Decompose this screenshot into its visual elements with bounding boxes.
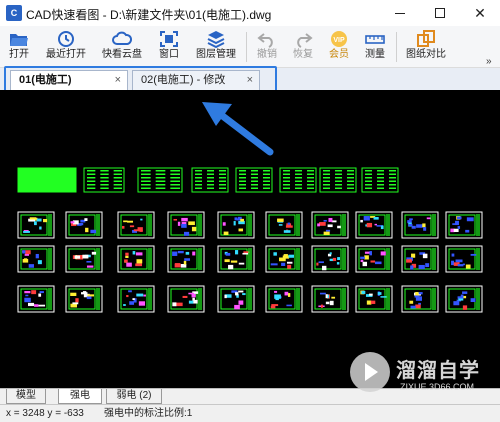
drawing-sheet-thumbnail — [17, 285, 55, 313]
drawing-sheet-thumbnail — [167, 211, 205, 239]
window-fit-button[interactable]: 窗口 — [154, 28, 184, 66]
drawing-sheet-thumbnail — [445, 285, 483, 313]
drawing-sheet-thumbnail — [167, 245, 205, 273]
cad-app-icon[interactable]: C — [6, 5, 22, 21]
maximize-button[interactable] — [420, 0, 460, 26]
redo-label: 恢复 — [293, 49, 313, 60]
drawing-sheet-thumbnail — [279, 167, 317, 193]
layers-label: 图层管理 — [196, 49, 236, 60]
drawing-sheet-thumbnail — [401, 211, 439, 239]
drawing-sheet-thumbnail — [17, 211, 55, 239]
cloud-icon — [112, 31, 132, 45]
drawing-sheets — [17, 102, 483, 313]
drawing-sheet-thumbnail — [167, 285, 205, 313]
drawing-sheet-thumbnail — [235, 167, 273, 193]
watermark-url: ZIXUE.3D66.COM — [400, 382, 475, 392]
drawing-sheet-thumbnail — [137, 167, 183, 193]
drawing-sheet-thumbnail — [17, 245, 55, 273]
folder-open-icon — [10, 34, 28, 46]
layers-button[interactable]: 图层管理 — [192, 28, 240, 66]
drawing-sheet-thumbnail — [401, 285, 439, 313]
maximize-icon — [435, 8, 445, 18]
ruler-icon — [365, 35, 385, 44]
drawing-sheet-thumbnail — [117, 245, 155, 273]
recent-label: 最近打开 — [46, 49, 86, 60]
undo-label: 撤销 — [257, 49, 277, 60]
drawing-canvas[interactable] — [0, 90, 500, 388]
drawing-sheet-thumbnail — [117, 211, 155, 239]
drawing-sheet-thumbnail — [83, 167, 125, 193]
recent-clock-icon — [58, 31, 74, 47]
drawing-sheet-thumbnail — [217, 245, 255, 273]
toolbar-overflow-button[interactable]: » — [486, 56, 492, 67]
compare-icon — [417, 30, 435, 47]
drawing-sheet-thumbnail — [445, 245, 483, 273]
drawing-sheet-thumbnail — [117, 285, 155, 313]
watermark-play-icon — [350, 352, 390, 392]
redo-icon — [297, 33, 313, 48]
measure-label: 测量 — [365, 49, 385, 60]
drawing-sheet-thumbnail — [311, 285, 349, 313]
compare-button[interactable]: 图纸对比 — [402, 28, 450, 66]
layers-icon — [207, 31, 225, 48]
layout-tab-label: 强电 — [70, 390, 90, 401]
close-window-button[interactable]: ✕ — [460, 0, 500, 26]
annotation-arrow — [202, 102, 274, 156]
drawing-sheet-thumbnail — [265, 211, 303, 239]
drawing-sheet-thumbnail — [355, 211, 393, 239]
layout-tab-label: 模型 — [16, 390, 36, 401]
status-message: 强电中的标注比例:1 — [104, 408, 193, 419]
layout-tab-model[interactable]: 模型 — [6, 389, 46, 404]
drawing-sheet-thumbnail — [361, 167, 399, 193]
drawing-sheet-thumbnail — [65, 211, 103, 239]
compare-label: 图纸对比 — [406, 49, 446, 60]
layout-tab-strong-current[interactable]: 强电 — [58, 389, 102, 404]
recent-button[interactable]: 最近打开 — [42, 28, 90, 66]
svg-text:VIP: VIP — [333, 37, 345, 44]
watermark-text: 溜溜自学 — [396, 360, 480, 382]
layout-tab-weak-current[interactable]: 弱电 (2) — [106, 389, 162, 404]
drawing-sheet-thumbnail — [311, 245, 349, 273]
window-fit-icon — [160, 31, 178, 47]
main-toolbar: 打开 最近打开 快看云盘 窗口 图层管理 撤销 恢复 VIP 会员 测量 图纸对… — [0, 26, 500, 68]
drawing-sheet-thumbnail — [217, 211, 255, 239]
open-label: 打开 — [9, 49, 29, 60]
coordinate-readout: x = 3248 y = -633 — [6, 408, 84, 419]
cloud-label: 快看云盘 — [102, 49, 142, 60]
close-icon: ✕ — [474, 5, 486, 21]
vip-label: 会员 — [329, 49, 349, 60]
drawing-sheet-thumbnail — [65, 285, 103, 313]
drawing-sheet-thumbnail — [265, 285, 303, 313]
measure-button[interactable]: 测量 — [360, 28, 390, 66]
toolbar-divider — [246, 32, 247, 62]
window-fit-label: 窗口 — [159, 49, 179, 60]
title-bar: C CAD快速看图 - D:\新建文件夹\01(电施工).dwg ✕ — [0, 0, 500, 26]
drawing-sheet-thumbnail — [217, 285, 255, 313]
undo-icon — [257, 33, 273, 48]
minimize-icon — [395, 12, 405, 14]
undo-button[interactable]: 撤销 — [252, 28, 282, 66]
drawing-sheet-thumbnail — [355, 245, 393, 273]
redo-button[interactable]: 恢复 — [288, 28, 318, 66]
minimize-button[interactable] — [380, 0, 420, 26]
drawing-sheet-thumbnail — [401, 245, 439, 273]
drawing-sheet-thumbnail — [311, 211, 349, 239]
toolbar-divider — [396, 32, 397, 62]
drawing-sheet-thumbnail — [65, 245, 103, 273]
drawing-sheet-thumbnail — [445, 211, 483, 239]
layout-tab-label: 弱电 (2) — [116, 390, 152, 401]
drawing-sheet-thumbnail — [191, 167, 229, 193]
drawing-sheet-thumbnail — [17, 167, 77, 193]
watermark: 溜溜自学 ZIXUE.3D66.COM — [350, 352, 500, 402]
open-button[interactable]: 打开 — [4, 28, 34, 66]
drawing-sheet-thumbnail — [355, 285, 393, 313]
drawing-sheet-thumbnail — [265, 245, 303, 273]
vip-button[interactable]: VIP 会员 — [324, 28, 354, 66]
cloud-button[interactable]: 快看云盘 — [98, 28, 146, 66]
drawing-sheet-thumbnail — [319, 167, 357, 193]
status-bar: x = 3248 y = -633 强电中的标注比例:1 — [0, 404, 500, 422]
window-title: CAD快速看图 - D:\新建文件夹\01(电施工).dwg — [26, 8, 272, 22]
vip-badge-icon: VIP — [331, 31, 347, 47]
